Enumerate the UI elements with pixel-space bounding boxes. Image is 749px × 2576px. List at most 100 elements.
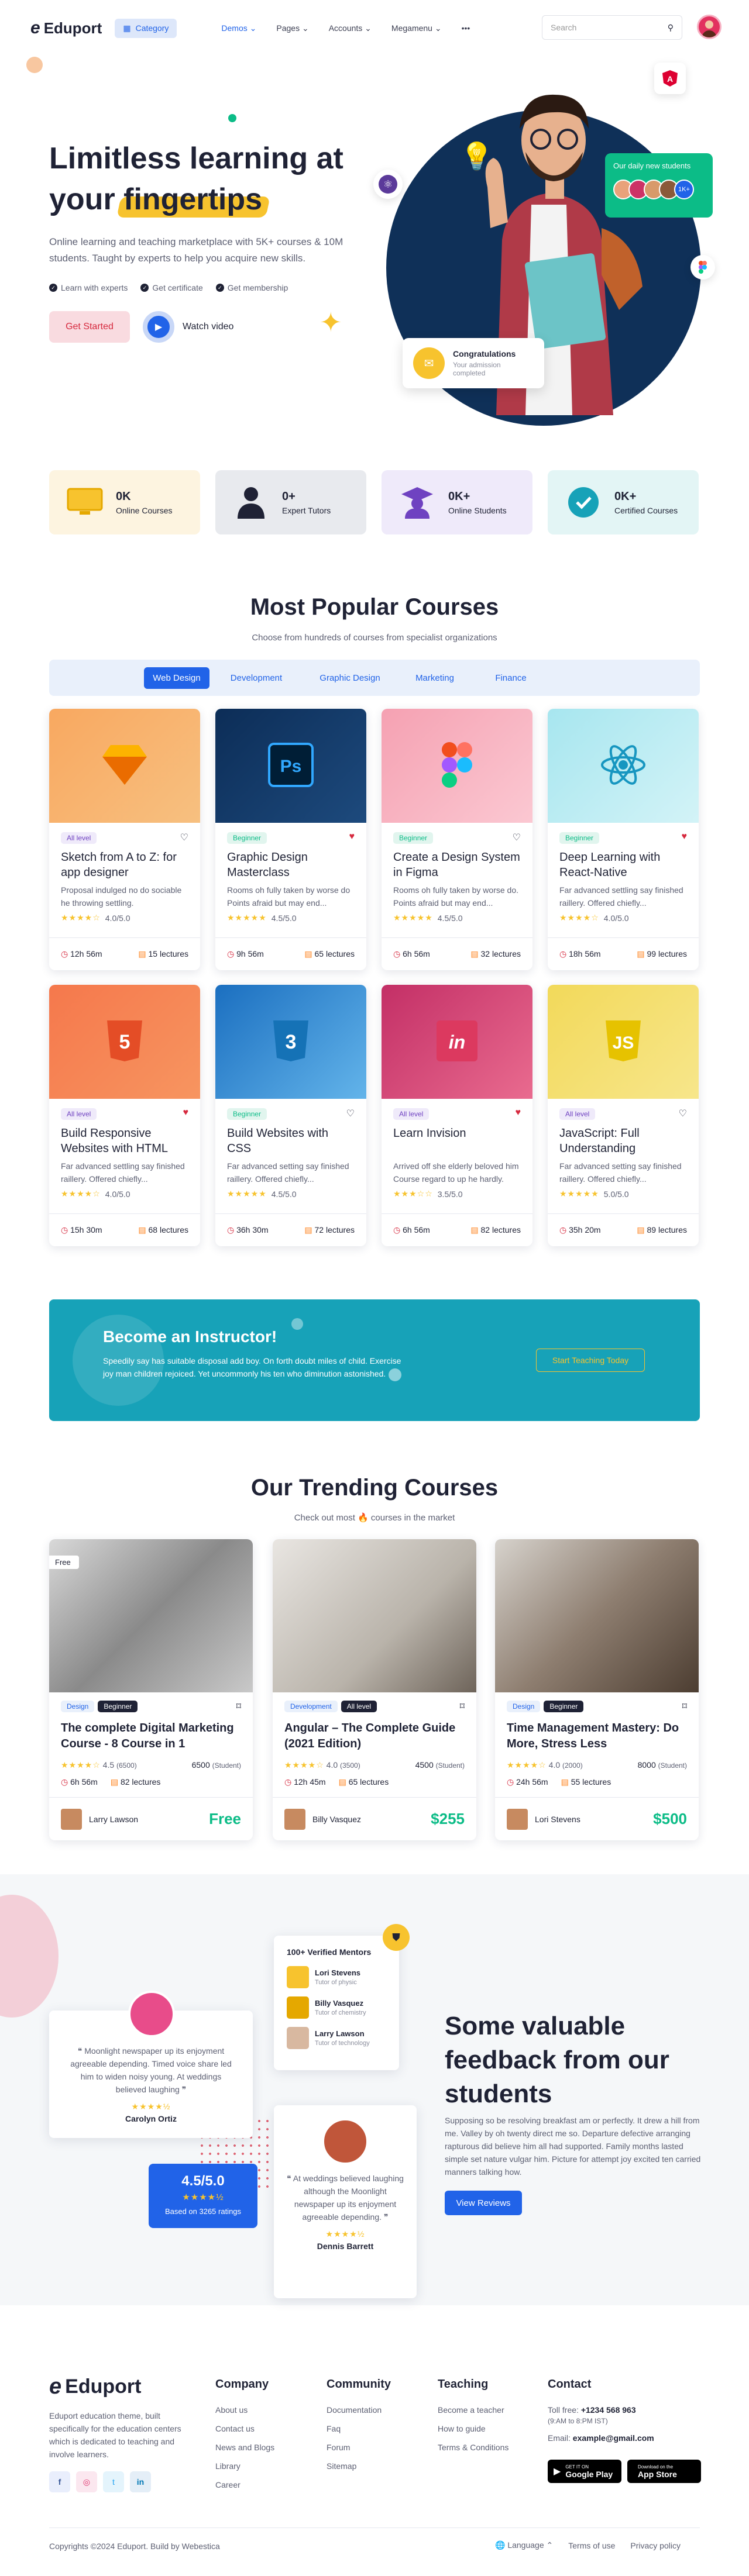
course-title: The complete Digital Marketing Course - …: [61, 1722, 234, 1750]
footer-link[interactable]: Career: [215, 2480, 274, 2489]
trending-course-card[interactable]: Design Beginner ⌑ Time Management Master…: [495, 1539, 699, 1840]
footer-bottom-links: 🌐 Language ⌃ Terms of use Privacy policy: [495, 2540, 681, 2550]
author-avatar: [61, 1808, 82, 1830]
view-reviews-button[interactable]: View Reviews: [445, 2191, 522, 2215]
get-started-button[interactable]: Get Started: [49, 311, 130, 343]
table-icon: ▤: [637, 949, 645, 958]
figma-icon: [699, 261, 707, 274]
tab-finance[interactable]: Finance: [473, 667, 549, 689]
footer-link[interactable]: Become a teacher: [438, 2405, 509, 2415]
more-menu-button[interactable]: •••: [462, 23, 470, 33]
clock-icon: ◷: [61, 1777, 68, 1787]
course-card[interactable]: in ♥ All level Learn Invision Arrived of…: [382, 985, 532, 1246]
table-icon: ▤: [138, 1225, 146, 1234]
footer-link[interactable]: Contact us: [215, 2424, 274, 2433]
course-duration: ◷ 6h 56m ▤ 82 lectures: [61, 1777, 161, 1787]
course-title[interactable]: Build Responsive Websites with HTML: [61, 1126, 188, 1156]
course-card[interactable]: ♥ Beginner Deep Learning with React-Nati…: [548, 709, 699, 970]
footer-link[interactable]: Forum: [327, 2443, 391, 2452]
search-icon: ⚲: [667, 22, 674, 32]
course-description: Rooms oh fully taken by worse do Points …: [227, 885, 351, 908]
bookmark-icon[interactable]: ⌑: [682, 1701, 687, 1712]
linkedin-icon[interactable]: in: [130, 2471, 151, 2492]
footer-link[interactable]: Documentation: [327, 2405, 391, 2415]
footer-link[interactable]: Terms & Conditions: [438, 2443, 509, 2452]
rating-stars: ★★★★★: [559, 1189, 599, 1198]
rating-stars: ★★★★½: [182, 2192, 224, 2202]
wishlist-heart-icon[interactable]: ♡: [346, 1108, 355, 1119]
trending-title: Our Trending Courses: [250, 1475, 499, 1501]
course-card[interactable]: ♡ Beginner Create a Design System in Fig…: [382, 709, 532, 970]
wishlist-heart-icon[interactable]: ♥: [516, 1108, 521, 1118]
search-input[interactable]: Search ⚲: [542, 15, 682, 40]
footer-link[interactable]: How to guide: [438, 2424, 509, 2433]
nav-pages[interactable]: Pages ⌄: [276, 23, 308, 33]
bookmark-icon[interactable]: ⌑: [236, 1701, 241, 1712]
language-selector[interactable]: 🌐 Language ⌃: [495, 2540, 553, 2550]
course-price: $500: [653, 1810, 687, 1827]
wishlist-heart-icon[interactable]: ♡: [180, 832, 188, 843]
instagram-icon[interactable]: ◎: [76, 2471, 97, 2492]
tab-web-design[interactable]: Web Design: [144, 667, 209, 689]
search-placeholder: Search: [551, 23, 577, 32]
photoshop-icon: Ps: [268, 743, 314, 789]
testimonials-text: Supposing so be resolving breakfast am o…: [445, 2116, 701, 2177]
tab-graphic-design[interactable]: Graphic Design: [303, 667, 397, 689]
check-item: ✓ Get certificate: [140, 283, 203, 292]
course-card[interactable]: 3 ♡ Beginner Build Websites with CSS Far…: [215, 985, 366, 1246]
footer-link[interactable]: News and Blogs: [215, 2443, 274, 2452]
start-teaching-button[interactable]: Start Teaching Today: [536, 1349, 645, 1372]
wishlist-heart-icon[interactable]: ♥: [349, 832, 355, 842]
level-badge: Beginner: [559, 832, 600, 844]
watch-video-button[interactable]: ▶ Watch video: [143, 311, 233, 343]
hero-checklist: ✓ Learn with experts ✓ Get certificate ✓ Ge…: [49, 283, 288, 292]
course-card[interactable]: ♡ All level Sketch from A to Z: for app …: [49, 709, 200, 970]
course-title[interactable]: JavaScript: Full Understanding: [559, 1126, 687, 1156]
facebook-icon[interactable]: f: [49, 2471, 70, 2492]
course-title[interactable]: Build Websites with CSS: [227, 1126, 355, 1156]
wishlist-heart-icon[interactable]: ♡: [679, 1108, 687, 1119]
footer-link[interactable]: Sitemap: [327, 2461, 391, 2471]
course-title[interactable]: Learn Invision: [393, 1126, 521, 1156]
footer-company: Company About us Contact us News and Blo…: [215, 2378, 275, 2489]
course-title[interactable]: Deep Learning with React-Native: [559, 850, 687, 880]
footer-link[interactable]: Library: [215, 2461, 274, 2471]
course-title[interactable]: Create a Design System in Figma: [393, 850, 521, 880]
check-item: ✓ Learn with experts: [49, 283, 128, 292]
course-title[interactable]: Graphic Design Masterclass: [227, 850, 355, 880]
google-play-button[interactable]: ▶ GET IT ON Google Play: [548, 2460, 621, 2483]
app-store-button[interactable]: Download on the App Store: [627, 2460, 701, 2483]
privacy-link[interactable]: Privacy policy: [630, 2541, 681, 2550]
rating-score: 4.5/5.0: [181, 2173, 225, 2189]
wishlist-heart-icon[interactable]: ♡: [513, 832, 521, 843]
contact-hours: (9:AM to 8:PM IST): [548, 2417, 608, 2425]
footer-link[interactable]: About us: [215, 2405, 274, 2415]
brand-logo[interactable]: e Eduport: [30, 18, 102, 38]
twitter-icon[interactable]: t: [103, 2471, 124, 2492]
footer-link[interactable]: Faq: [327, 2424, 391, 2433]
watch-video-label: Watch video: [183, 322, 234, 332]
nav-demos[interactable]: Demos ⌄: [221, 23, 256, 33]
tab-marketing[interactable]: Marketing: [397, 667, 473, 689]
svg-text:A: A: [667, 74, 673, 84]
tag-badge: Beginner: [98, 1701, 138, 1712]
wishlist-heart-icon[interactable]: ♥: [183, 1108, 189, 1118]
course-card[interactable]: Ps ♥ Beginner Graphic Design Masterclass…: [215, 709, 366, 970]
course-card[interactable]: 5 ♥ All level Build Responsive Websites …: [49, 985, 200, 1246]
course-title[interactable]: Sketch from A to Z: for app designer: [61, 850, 188, 880]
user-avatar[interactable]: [697, 15, 721, 39]
highlight-word: fingertips: [123, 179, 262, 220]
category-button[interactable]: ▦ Category: [115, 18, 177, 38]
terms-link[interactable]: Terms of use: [568, 2541, 615, 2550]
stat-value: 0K+: [614, 489, 637, 503]
trending-course-card[interactable]: Free Design Beginner ⌑ The complete Digi…: [49, 1539, 253, 1840]
course-card[interactable]: JS ♡ All level JavaScript: Full Understa…: [548, 985, 699, 1246]
nav-accounts[interactable]: Accounts ⌄: [329, 23, 372, 33]
footer-logo[interactable]: e Eduport: [49, 2374, 141, 2399]
nav-megamenu[interactable]: Megamenu ⌄: [391, 23, 442, 33]
tab-development[interactable]: Development: [209, 667, 303, 689]
bookmark-icon[interactable]: ⌑: [460, 1701, 465, 1712]
trending-course-card[interactable]: Development All level ⌑ Angular – The Co…: [273, 1539, 476, 1840]
javascript-icon: JS: [604, 1019, 642, 1064]
wishlist-heart-icon[interactable]: ♥: [682, 832, 688, 842]
